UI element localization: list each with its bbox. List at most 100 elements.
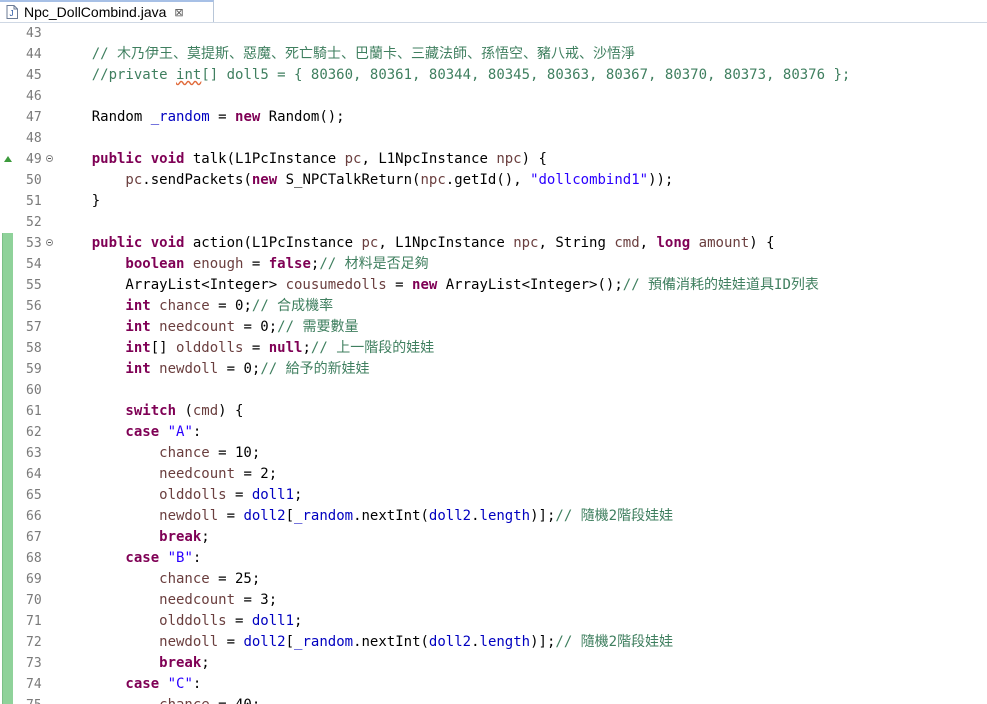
- code-line: 56 int chance = 0;// 合成機率: [0, 296, 987, 317]
- code-text[interactable]: public void action(L1PcInstance pc, L1Np…: [58, 233, 775, 254]
- code-line: 49 public void talk(L1PcInstance pc, L1N…: [0, 149, 987, 170]
- code-text[interactable]: case "A":: [58, 422, 201, 443]
- code-text[interactable]: int newdoll = 0;// 給予的新娃娃: [58, 359, 369, 380]
- line-number: 70: [26, 593, 42, 608]
- collapse-fold-icon[interactable]: [46, 239, 53, 246]
- code-text[interactable]: needcount = 2;: [58, 464, 277, 485]
- code-line: 73 break;: [0, 653, 987, 674]
- code-line: 58 int[] olddolls = null;// 上一階段的娃娃: [0, 338, 987, 359]
- code-text[interactable]: boolean enough = false;// 材料是否足夠: [58, 254, 428, 275]
- line-number: 49: [26, 152, 42, 167]
- code-line: 46: [0, 86, 987, 107]
- code-text[interactable]: break;: [58, 653, 210, 674]
- code-text[interactable]: ArrayList<Integer> cousumedolls = new Ar…: [58, 275, 819, 296]
- code-text[interactable]: olddolls = doll1;: [58, 611, 302, 632]
- line-number: 71: [26, 614, 42, 629]
- line-number: 48: [26, 131, 42, 146]
- collapse-fold-icon[interactable]: [46, 155, 53, 162]
- code-line: 60: [0, 380, 987, 401]
- line-number: 58: [26, 341, 42, 356]
- line-number: 62: [26, 425, 42, 440]
- line-number: 60: [26, 383, 42, 398]
- code-line: 43: [0, 23, 987, 44]
- code-line: 47 Random _random = new Random();: [0, 107, 987, 128]
- code-line: 67 break;: [0, 527, 987, 548]
- code-text[interactable]: newdoll = doll2[_random.nextInt(doll2.le…: [58, 506, 673, 527]
- code-line: 63 chance = 10;: [0, 443, 987, 464]
- code-line: 64 needcount = 2;: [0, 464, 987, 485]
- code-line: 55 ArrayList<Integer> cousumedolls = new…: [0, 275, 987, 296]
- code-text[interactable]: // 木乃伊王、莫提斯、惡魔、死亡騎士、巴蘭卡、三藏法師、孫悟空、豬八戒、沙悟淨: [58, 44, 635, 65]
- line-number: 68: [26, 551, 42, 566]
- override-marker-icon[interactable]: [4, 156, 12, 162]
- code-line: 61 switch (cmd) {: [0, 401, 987, 422]
- code-editor[interactable]: 43 44 // 木乃伊王、莫提斯、惡魔、死亡騎士、巴蘭卡、三藏法師、孫悟空、豬八…: [0, 23, 987, 704]
- code-line: 54 boolean enough = false;// 材料是否足夠: [0, 254, 987, 275]
- code-text[interactable]: olddolls = doll1;: [58, 485, 302, 506]
- line-number: 47: [26, 110, 42, 125]
- code-text[interactable]: chance = 40;: [58, 695, 260, 704]
- line-number: 55: [26, 278, 42, 293]
- code-line: 51 }: [0, 191, 987, 212]
- code-text[interactable]: switch (cmd) {: [58, 401, 243, 422]
- line-number: 59: [26, 362, 42, 377]
- line-number: 56: [26, 299, 42, 314]
- code-line: 74 case "C":: [0, 674, 987, 695]
- line-number: 61: [26, 404, 42, 419]
- close-tab-icon[interactable]: ⊠: [174, 6, 183, 19]
- code-text[interactable]: chance = 10;: [58, 443, 260, 464]
- line-number: 65: [26, 488, 42, 503]
- svg-text:J: J: [10, 9, 14, 18]
- line-number: 57: [26, 320, 42, 335]
- code-text[interactable]: }: [58, 191, 100, 212]
- code-text[interactable]: newdoll = doll2[_random.nextInt(doll2.le…: [58, 632, 673, 653]
- code-text[interactable]: int needcount = 0;// 需要數量: [58, 317, 358, 338]
- code-text[interactable]: int[] olddolls = null;// 上一階段的娃娃: [58, 338, 434, 359]
- line-number: 72: [26, 635, 42, 650]
- code-line: 70 needcount = 3;: [0, 590, 987, 611]
- line-number: 43: [26, 26, 42, 41]
- code-text[interactable]: Random _random = new Random();: [58, 107, 345, 128]
- line-number: 53: [26, 236, 42, 251]
- line-number: 52: [26, 215, 42, 230]
- code-text[interactable]: pc.sendPackets(new S_NPCTalkReturn(npc.g…: [58, 170, 673, 191]
- code-line: 53 public void action(L1PcInstance pc, L…: [0, 233, 987, 254]
- code-line: 62 case "A":: [0, 422, 987, 443]
- code-line: 68 case "B":: [0, 548, 987, 569]
- code-text[interactable]: public void talk(L1PcInstance pc, L1NpcI…: [58, 149, 547, 170]
- tab-npc-dollcombind[interactable]: J Npc_DollCombind.java ⊠: [0, 0, 214, 22]
- line-number: 69: [26, 572, 42, 587]
- code-line: 65 olddolls = doll1;: [0, 485, 987, 506]
- code-line: 52: [0, 212, 987, 233]
- code-line: 44 // 木乃伊王、莫提斯、惡魔、死亡騎士、巴蘭卡、三藏法師、孫悟空、豬八戒、…: [0, 44, 987, 65]
- code-text[interactable]: case "B":: [58, 548, 201, 569]
- line-number: 44: [26, 47, 42, 62]
- code-line: 66 newdoll = doll2[_random.nextInt(doll2…: [0, 506, 987, 527]
- code-text[interactable]: chance = 25;: [58, 569, 260, 590]
- code-line: 59 int newdoll = 0;// 給予的新娃娃: [0, 359, 987, 380]
- code-text[interactable]: break;: [58, 527, 210, 548]
- code-line: 75 chance = 40;: [0, 695, 987, 704]
- code-line: 71 olddolls = doll1;: [0, 611, 987, 632]
- code-text[interactable]: int chance = 0;// 合成機率: [58, 296, 333, 317]
- line-number: 64: [26, 467, 42, 482]
- line-number: 50: [26, 173, 42, 188]
- code-text[interactable]: case "C":: [58, 674, 201, 695]
- code-line: 50 pc.sendPackets(new S_NPCTalkReturn(np…: [0, 170, 987, 191]
- java-file-icon: J: [6, 5, 18, 19]
- editor-tab-bar: J Npc_DollCombind.java ⊠: [0, 0, 987, 23]
- line-number: 74: [26, 677, 42, 692]
- code-line: 69 chance = 25;: [0, 569, 987, 590]
- code-line: 57 int needcount = 0;// 需要數量: [0, 317, 987, 338]
- line-number: 75: [26, 695, 46, 704]
- line-number: 51: [26, 194, 42, 209]
- tab-label: Npc_DollCombind.java: [24, 4, 167, 20]
- code-text[interactable]: needcount = 3;: [58, 590, 277, 611]
- code-text[interactable]: //private int[] doll5 = { 80360, 80361, …: [58, 65, 851, 86]
- code-line: 72 newdoll = doll2[_random.nextInt(doll2…: [0, 632, 987, 653]
- line-number: 46: [26, 89, 42, 104]
- code-line: 48: [0, 128, 987, 149]
- line-number: 63: [26, 446, 42, 461]
- line-number: 67: [26, 530, 42, 545]
- line-number: 54: [26, 257, 42, 272]
